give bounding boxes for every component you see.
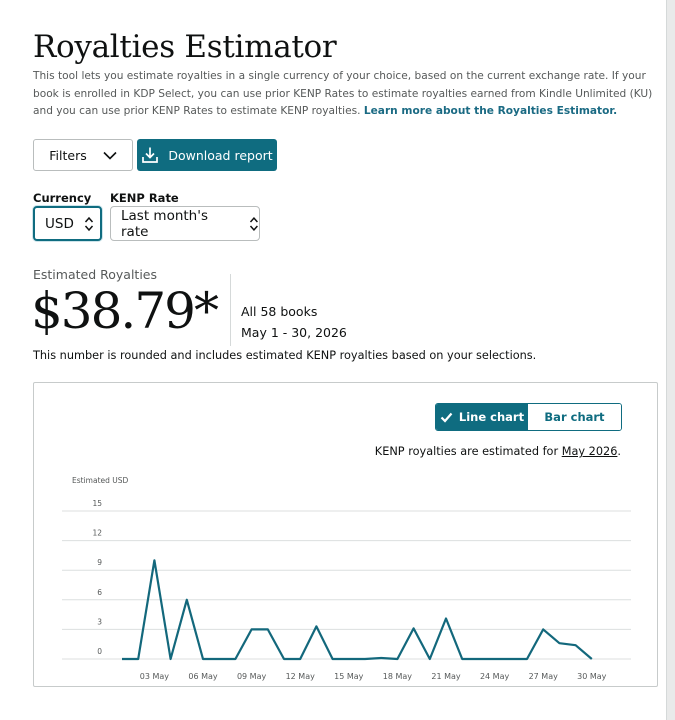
toolbar: Filters Download report: [33, 139, 277, 171]
x-tick-label: 18 May: [383, 672, 413, 681]
x-tick-label: 24 May: [480, 672, 510, 681]
filters-label: Filters: [49, 147, 87, 163]
sort-arrows-icon: [84, 216, 93, 231]
x-tick-label: 12 May: [286, 672, 316, 681]
download-label: Download report: [168, 147, 273, 163]
x-tick-label: 21 May: [431, 672, 461, 681]
divider: [230, 274, 231, 346]
books-count: All 58 books: [241, 304, 318, 319]
x-tick-label: 30 May: [577, 672, 607, 681]
sort-arrows-icon: [250, 216, 259, 231]
learn-more-link[interactable]: Learn more about the Royalties Estimator…: [364, 105, 617, 117]
x-tick-label: 15 May: [334, 672, 364, 681]
kenp-rate-select[interactable]: Last month's rate: [110, 206, 260, 241]
royalties-estimator-page: Royalties Estimator This tool lets you e…: [31, 28, 658, 687]
intro-text: This tool lets you estimate royalties in…: [33, 68, 658, 121]
royalties-line-chart: Estimated USD 0 3 6 9 12 15 03 May 06 May 09 May 1…: [62, 476, 631, 681]
page-title: Royalties Estimator: [33, 29, 337, 65]
x-tick-label: 06 May: [188, 672, 218, 681]
y-tick-label: 0: [97, 647, 102, 656]
estimated-royalties-label: Estimated Royalties: [33, 267, 157, 282]
date-range: May 1 - 30, 2026: [241, 325, 347, 340]
x-tick-label: 27 May: [529, 672, 559, 681]
download-report-button[interactable]: Download report: [137, 139, 277, 171]
chart-card: Line chart Bar chart KENP royalties are …: [33, 382, 658, 687]
y-tick-label: 9: [97, 558, 102, 567]
kenp-rate-label: KENP Rate: [110, 191, 179, 205]
scrollbar[interactable]: [666, 0, 675, 720]
rounding-note: This number is rounded and includes esti…: [33, 349, 537, 362]
x-tick-label: 09 May: [237, 672, 267, 681]
currency-select[interactable]: USD: [33, 206, 102, 241]
y-tick-label: 3: [97, 617, 102, 626]
filters-button[interactable]: Filters: [33, 139, 133, 171]
y-axis-label: Estimated USD: [72, 476, 129, 485]
x-tick-label: 03 May: [140, 672, 170, 681]
estimated-royalties-value: $38.79*: [31, 282, 219, 340]
series-line: [122, 559, 593, 661]
download-icon: [142, 147, 159, 163]
y-tick-label: 12: [92, 529, 102, 538]
y-tick-label: 6: [97, 588, 102, 597]
chevron-down-icon: [103, 151, 117, 160]
kenp-rate-value: Last month's rate: [121, 207, 208, 240]
currency-value: USD: [45, 215, 74, 232]
y-tick-label: 15: [92, 499, 102, 508]
currency-label: Currency: [33, 191, 92, 205]
